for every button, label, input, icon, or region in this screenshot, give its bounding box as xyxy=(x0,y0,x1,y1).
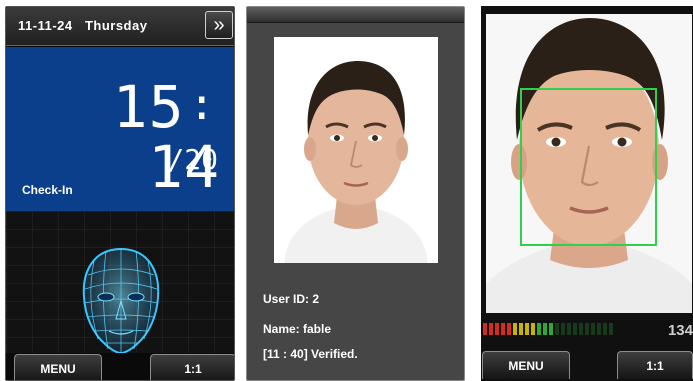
status-label: Check-In xyxy=(22,183,73,197)
one-to-one-button[interactable]: 1:1 xyxy=(150,354,234,380)
clock-seconds: /20 xyxy=(167,143,218,176)
face-detection-screen: 134 MENU 1:1 xyxy=(481,6,693,381)
clock: 15:14 xyxy=(70,75,220,197)
meter-segment xyxy=(495,323,499,335)
checkin-screen: 11-11-24 Thursday » 15:14 /20 Check-In M… xyxy=(5,6,235,381)
top-bar xyxy=(247,7,464,23)
meter-segment xyxy=(525,323,529,335)
next-page-button[interactable]: » xyxy=(205,11,233,39)
match-score: 134 xyxy=(667,322,693,339)
meter-segment xyxy=(591,323,595,335)
meter-segment xyxy=(597,323,601,335)
meter-segment xyxy=(507,323,511,335)
meter-segment xyxy=(609,323,613,335)
top-bar: 11-11-24 Thursday » xyxy=(6,7,234,46)
bottom-bar: MENU 1:1 xyxy=(6,353,234,380)
face-detection-box xyxy=(520,88,657,246)
meter-segment xyxy=(585,323,589,335)
meter-segment xyxy=(501,323,505,335)
meter-segment xyxy=(531,323,535,335)
meter-segment xyxy=(543,323,547,335)
meter-segment xyxy=(573,323,577,335)
date-weekday: 11-11-24 Thursday xyxy=(18,18,148,33)
verification-status: [11 : 40] Verified. xyxy=(263,347,358,361)
double-chevron-right-icon: » xyxy=(213,14,225,36)
menu-button[interactable]: MENU xyxy=(14,354,102,380)
user-id-label: User ID: 2 xyxy=(263,292,320,306)
meter-segment xyxy=(567,323,571,335)
user-name-label: Name: fable xyxy=(263,322,332,336)
meter-segment xyxy=(489,323,493,335)
meter-segment xyxy=(561,323,565,335)
quality-meter xyxy=(483,323,633,335)
meter-segment xyxy=(603,323,607,335)
meter-segment xyxy=(555,323,559,335)
wireframe-head-icon xyxy=(82,247,160,355)
user-photo xyxy=(274,37,438,263)
meter-segment xyxy=(537,323,541,335)
one-to-one-button[interactable]: 1:1 xyxy=(617,351,693,379)
meter-segment xyxy=(519,323,523,335)
user-portrait-image xyxy=(274,37,438,263)
meter-segment xyxy=(513,323,517,335)
face-scan-area xyxy=(6,211,234,355)
verification-screen: User ID: 2 Name: fable [11 : 40] Verifie… xyxy=(246,6,465,381)
meter-segment xyxy=(483,323,487,335)
clock-colon: : xyxy=(188,79,216,130)
meter-segment xyxy=(549,323,553,335)
clock-hours: 15 xyxy=(112,73,185,141)
menu-button[interactable]: MENU xyxy=(482,351,570,379)
meter-segment xyxy=(579,323,583,335)
camera-preview xyxy=(486,14,692,313)
time-display: 15:14 /20 Check-In xyxy=(6,47,234,211)
